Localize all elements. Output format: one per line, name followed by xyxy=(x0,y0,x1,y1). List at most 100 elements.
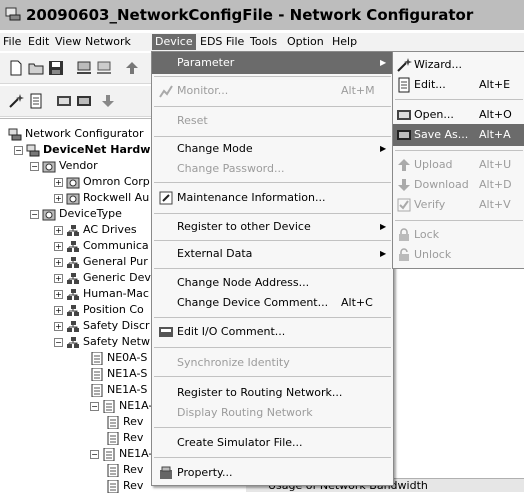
menu-option[interactable]: Option xyxy=(284,34,327,50)
edit-parameter-icon xyxy=(398,77,410,93)
menu-device[interactable]: Device xyxy=(152,34,196,50)
menu-item-edit-io-comment[interactable]: Edit I/O Comment... xyxy=(152,321,393,343)
new-file-icon[interactable] xyxy=(8,60,24,76)
tree-vendor-omron[interactable]: + Omron Corp xyxy=(54,174,150,189)
expand-icon[interactable]: + xyxy=(54,306,63,315)
menu-item-change-mode[interactable]: Change Mode ▶ xyxy=(152,138,393,160)
menu-item-reset[interactable]: Reset xyxy=(152,110,393,132)
expand-icon[interactable]: + xyxy=(54,194,63,203)
menu-item-change-node-address[interactable]: Change Node Address... xyxy=(152,272,393,294)
menu-network[interactable]: Network xyxy=(82,34,134,50)
download-toolbar-icon[interactable] xyxy=(100,93,116,109)
maintenance-icon xyxy=(159,191,173,205)
menu-separator xyxy=(154,317,391,318)
device-icon xyxy=(102,447,116,461)
submenu-item-unlock[interactable]: Unlock xyxy=(393,244,524,266)
tree-type-item[interactable]: + Position Co xyxy=(54,302,144,317)
menu-item-register-to-other-device[interactable]: Register to other Device ▶ xyxy=(152,216,393,238)
collapse-icon[interactable]: − xyxy=(90,402,99,411)
menu-item-change-password[interactable]: Change Password... xyxy=(152,158,393,180)
menu-item-monitor[interactable]: Monitor... Alt+M xyxy=(152,80,393,102)
menu-item-create-simulator-file[interactable]: Create Simulator File... xyxy=(152,432,393,454)
submenu-item-verify[interactable]: Verify Alt+V xyxy=(393,194,524,216)
expand-icon[interactable]: + xyxy=(54,322,63,331)
network-offline-icon[interactable] xyxy=(96,60,112,76)
tree-type-item[interactable]: − Safety Netw xyxy=(54,334,150,349)
submenu-item-wizard[interactable]: Wizard... xyxy=(393,54,524,76)
tree-device-item[interactable]: Rev xyxy=(106,430,143,445)
menu-tools[interactable]: Tools xyxy=(247,34,280,50)
collapse-icon[interactable]: − xyxy=(30,210,39,219)
expand-icon[interactable]: + xyxy=(54,242,63,251)
menu-view[interactable]: View xyxy=(52,34,84,50)
collapse-icon[interactable]: − xyxy=(54,338,63,347)
expand-icon[interactable]: + xyxy=(54,258,63,267)
expand-icon[interactable]: + xyxy=(54,290,63,299)
open-folder-icon[interactable] xyxy=(28,60,44,76)
tree-vendor-rockwell[interactable]: + Rockwell Au xyxy=(54,190,149,205)
collapse-icon[interactable]: − xyxy=(90,450,99,459)
submenu-item-edit[interactable]: Edit... Alt+E xyxy=(393,74,524,96)
tree-type-item[interactable]: + General Pur xyxy=(54,254,148,269)
main-toolbar xyxy=(0,53,160,84)
open-parameter-toolbar-icon[interactable] xyxy=(56,93,72,109)
menu-item-property[interactable]: Property... xyxy=(152,462,393,484)
tree-network[interactable]: − DeviceNet Hardw xyxy=(14,142,150,157)
collapse-icon[interactable]: − xyxy=(30,162,39,171)
menu-item-external-data[interactable]: External Data ▶ xyxy=(152,243,393,265)
menu-item-change-device-comment[interactable]: Change Device Comment... Alt+C xyxy=(152,292,393,314)
save-parameter-icon xyxy=(397,130,411,140)
menu-separator xyxy=(395,99,523,100)
menu-edit[interactable]: Edit xyxy=(25,34,52,50)
tree-root[interactable]: Network Configurator xyxy=(8,126,144,141)
menu-help[interactable]: Help xyxy=(329,34,360,50)
save-icon[interactable] xyxy=(48,60,64,76)
menu-item-display-routing-network[interactable]: Display Routing Network xyxy=(152,402,393,424)
tree-node-label: Rev xyxy=(123,415,144,428)
menu-item-synchronize-identity[interactable]: Synchronize Identity xyxy=(152,352,393,374)
submenu-item-lock[interactable]: Lock xyxy=(393,224,524,246)
tree-device-item[interactable]: Rev xyxy=(106,414,143,429)
menu-eds-file[interactable]: EDS File xyxy=(197,34,247,50)
menu-separator xyxy=(154,213,391,214)
tree-node-label: Position Co xyxy=(83,303,144,316)
tree-device-item[interactable]: Rev xyxy=(106,462,143,477)
tree-type-item[interactable]: + Communica xyxy=(54,238,149,253)
parameter-submenu: Wizard... Edit... Alt+E Open... Alt+O Sa… xyxy=(392,51,524,269)
wizard-toolbar-icon[interactable] xyxy=(8,93,24,109)
tree-type-item[interactable]: + Safety Discr xyxy=(54,318,150,333)
title-bar: 20090603_NetworkConfigFile - Network Con… xyxy=(0,0,524,30)
collapse-icon[interactable]: − xyxy=(14,146,23,155)
submenu-item-save-as[interactable]: Save As... Alt+A xyxy=(393,124,524,146)
download-icon xyxy=(398,179,410,191)
submenu-item-open[interactable]: Open... Alt+O xyxy=(393,104,524,126)
expand-icon[interactable]: + xyxy=(54,178,63,187)
tree-device-item[interactable]: NE1A-S xyxy=(90,366,147,381)
tree-device-item[interactable]: NE1A-S xyxy=(90,382,147,397)
device-type-icon xyxy=(66,239,80,252)
edit-parameter-toolbar-icon[interactable] xyxy=(28,93,44,109)
menu-item-parameter[interactable]: Parameter ▶ xyxy=(152,52,393,74)
menu-separator xyxy=(154,76,391,77)
tree-device-item[interactable]: NE0A-S xyxy=(90,350,147,365)
menu-item-maintenance-information[interactable]: Maintenance Information... xyxy=(152,187,393,209)
menu-separator xyxy=(154,347,391,348)
save-parameter-toolbar-icon[interactable] xyxy=(76,93,92,109)
menu-item-register-routing-network[interactable]: Register to Routing Network... xyxy=(152,382,393,404)
network-online-icon[interactable] xyxy=(76,60,92,76)
upload-toolbar-icon[interactable] xyxy=(124,60,140,76)
expand-icon[interactable]: + xyxy=(54,274,63,283)
menu-file[interactable]: File xyxy=(0,34,24,50)
expand-icon[interactable]: + xyxy=(54,226,63,235)
tree-type-item[interactable]: + Human-Mac xyxy=(54,286,149,301)
tree-type-item[interactable]: + Generic Dev xyxy=(54,270,151,285)
network-configurator-icon xyxy=(8,127,22,140)
submenu-item-upload[interactable]: Upload Alt+U xyxy=(393,154,524,176)
tree-devicetype[interactable]: − DeviceType xyxy=(30,206,122,221)
submenu-item-download[interactable]: Download Alt+D xyxy=(393,174,524,196)
device-type-icon xyxy=(66,319,80,332)
tree-vendor[interactable]: − Vendor xyxy=(30,158,98,173)
tree-node-label: Generic Dev xyxy=(83,271,151,284)
menu-separator xyxy=(154,457,391,458)
tree-type-item[interactable]: + AC Drives xyxy=(54,222,137,237)
